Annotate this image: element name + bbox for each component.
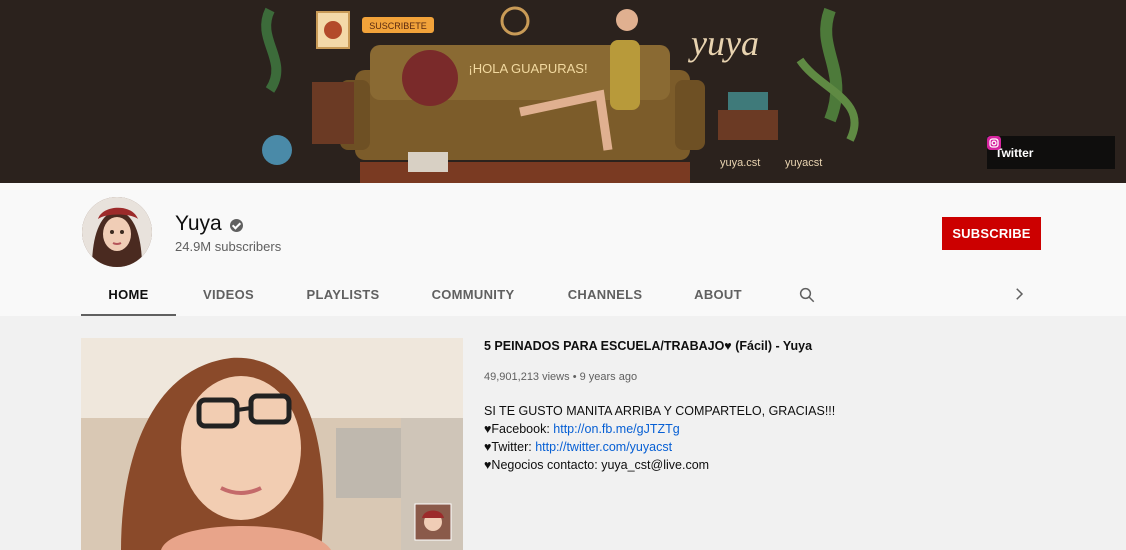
- featured-video-thumbnail[interactable]: [81, 338, 463, 550]
- banner-script-text: yuya: [688, 23, 759, 63]
- channel-name-text: Yuya: [175, 212, 222, 235]
- featured-video-title[interactable]: 5 PEINADOS PARA ESCUELA/TRABAJO♥ (Fácil)…: [484, 339, 812, 353]
- tab-home[interactable]: HOME: [81, 272, 176, 316]
- banner-illustration: SUSCRIBETE ¡HOLA GUAPURAS! yuya yuya.cst…: [261, 6, 859, 183]
- desc-facebook-label: ♥Facebook:: [484, 422, 554, 436]
- chevron-right-icon[interactable]: [1010, 285, 1028, 303]
- featured-video-description: SI TE GUSTO MANITA ARRIBA Y COMPARTELO, …: [484, 402, 835, 474]
- channel-banner: SUSCRIBETE ¡HOLA GUAPURAS! yuya yuya.cst…: [0, 0, 1126, 183]
- facebook-url-link[interactable]: http://on.fb.me/gJTZTg: [553, 422, 679, 436]
- desc-line-1: SI TE GUSTO MANITA ARRIBA Y COMPARTELO, …: [484, 404, 836, 418]
- banner-handle-2: yuyacst: [785, 157, 822, 169]
- channel-tabs: HOME VIDEOS PLAYLISTS COMMUNITY CHANNELS…: [0, 272, 1126, 316]
- twitter-url-link[interactable]: http://twitter.com/yuyacst: [535, 440, 672, 454]
- desc-facebook-line: ♥Facebook: http://on.fb.me/gJTZTg: [484, 420, 835, 438]
- channel-avatar[interactable]: [82, 197, 152, 267]
- tab-channels[interactable]: CHANNELS: [555, 272, 655, 316]
- meta-separator: •: [572, 371, 577, 383]
- subscriber-count: 24.9M subscribers: [175, 239, 282, 254]
- tab-community[interactable]: COMMUNITY: [418, 272, 528, 316]
- search-icon[interactable]: [798, 286, 816, 304]
- subscribe-button[interactable]: SUBSCRIBE: [942, 217, 1041, 250]
- tab-about[interactable]: ABOUT: [680, 272, 756, 316]
- desc-twitter-label: ♥Twitter:: [484, 440, 536, 454]
- desc-twitter-line: ♥Twitter: http://twitter.com/yuyacst: [484, 438, 835, 456]
- view-count: 49,901,213 views: [484, 371, 570, 383]
- verified-badge-icon: [229, 218, 243, 232]
- banner-links: Twitter: [987, 136, 1115, 169]
- avatar-image: [82, 197, 152, 267]
- upload-age: 9 years ago: [579, 371, 638, 383]
- banner-sign-text: SUSCRIBETE: [369, 21, 427, 31]
- desc-business-contact: ♥Negocios contacto: yuya_cst@live.com: [484, 458, 710, 472]
- video-thumbnail-image: [81, 338, 463, 550]
- tab-playlists[interactable]: PLAYLISTS: [293, 272, 393, 316]
- featured-video-meta: 49,901,213 views • 9 years ago: [484, 371, 637, 383]
- channel-title: Yuya: [175, 212, 243, 236]
- banner-handle-1: yuya.cst: [720, 157, 760, 169]
- instagram-icon[interactable]: [987, 136, 1001, 150]
- tab-videos[interactable]: VIDEOS: [185, 272, 272, 316]
- banner-sofa-text: ¡HOLA GUAPURAS!: [468, 61, 587, 76]
